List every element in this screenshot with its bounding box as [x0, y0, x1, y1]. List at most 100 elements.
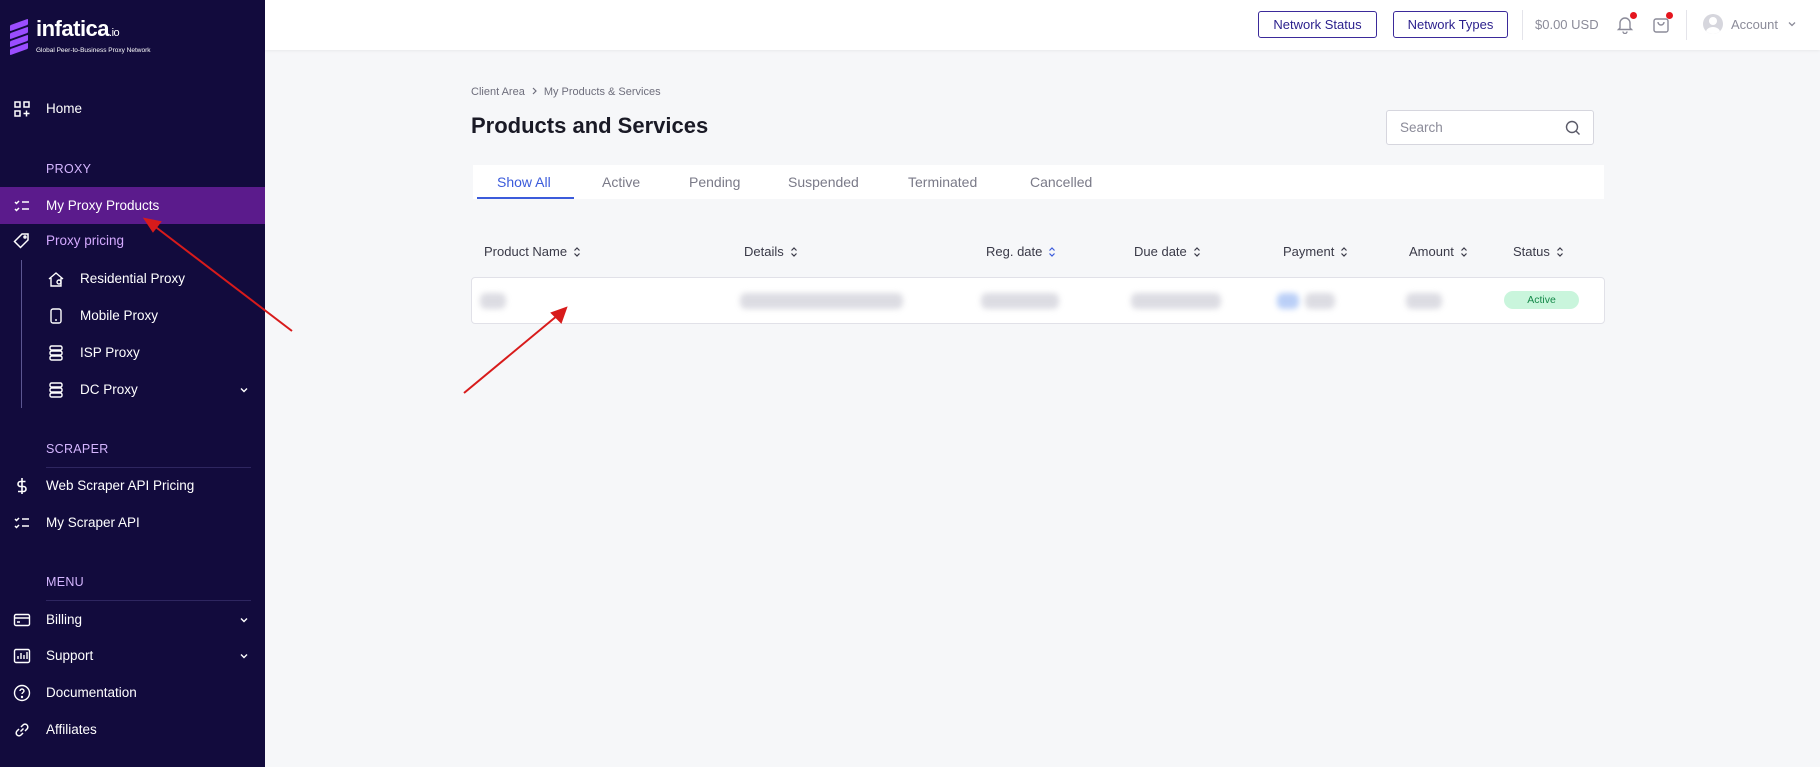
link-icon — [12, 720, 32, 740]
sidebar-item-isp-proxy[interactable]: ISP Proxy — [0, 334, 265, 371]
section-title-proxy: PROXY — [46, 162, 92, 176]
column-header-payment[interactable]: Payment — [1283, 244, 1348, 259]
tab-pending[interactable]: Pending — [689, 174, 740, 190]
topbar-divider — [1522, 10, 1523, 40]
server-icon — [46, 343, 66, 363]
column-header-amount[interactable]: Amount — [1409, 244, 1468, 259]
cart-dot — [1666, 12, 1673, 19]
sidebar-item-label: My Scraper API — [46, 515, 140, 530]
chevron-down-icon — [239, 649, 249, 664]
redacted-reg-date — [981, 293, 1059, 309]
topbar-divider — [1686, 10, 1687, 40]
cart-icon[interactable] — [1651, 12, 1673, 34]
breadcrumb-item: My Products & Services — [543, 86, 661, 98]
sort-icon — [1049, 246, 1056, 257]
sort-icon — [1193, 246, 1200, 257]
brand-logo[interactable]: infatica.io Global Peer-to-Business Prox… — [10, 16, 151, 56]
sidebar-item-label: My Proxy Products — [46, 198, 160, 213]
search-icon[interactable] — [1565, 120, 1581, 141]
sidebar-item-residential-proxy[interactable]: Residential Proxy — [0, 260, 265, 297]
redacted-due-date — [1131, 293, 1221, 309]
status-badge: Active — [1504, 291, 1579, 309]
redacted-payment — [1305, 293, 1335, 309]
tab-terminated[interactable]: Terminated — [908, 174, 977, 190]
breadcrumb: Client Area My Products & Services — [471, 86, 661, 98]
mobile-icon — [46, 306, 66, 326]
sort-icon — [1341, 246, 1348, 257]
tag-icon — [12, 231, 32, 251]
page-title: Products and Services — [471, 113, 709, 138]
sidebar-item-proxy-pricing[interactable]: Proxy pricing — [0, 222, 265, 259]
brand-name: infatica.io — [36, 16, 120, 41]
search-box — [1386, 110, 1594, 145]
column-header-details[interactable]: Details — [744, 244, 798, 259]
dollar-icon — [12, 476, 32, 496]
chevron-down-icon — [239, 613, 249, 628]
search-input[interactable] — [1387, 120, 1557, 135]
account-label: Account — [1731, 16, 1778, 32]
chevron-down-icon — [239, 383, 249, 398]
network-types-button[interactable]: Network Types — [1393, 11, 1508, 38]
sidebar-item-label: DC Proxy — [80, 382, 138, 397]
sidebar-item-label: Support — [46, 648, 94, 663]
credit-card-icon — [12, 610, 32, 630]
sidebar-item-label: Documentation — [46, 685, 137, 700]
brand-tagline: Global Peer-to-Business Proxy Network — [36, 47, 151, 54]
chevron-right-icon — [531, 86, 538, 98]
sidebar-item-documentation[interactable]: Documentation — [0, 674, 265, 711]
section-title-menu: MENU — [46, 575, 85, 589]
list-check-icon — [12, 513, 32, 533]
balance-display[interactable]: $0.00 USD — [1535, 17, 1599, 32]
account-menu[interactable]: Account — [1703, 14, 1797, 34]
redacted-amount — [1406, 293, 1442, 309]
sidebar-item-label: Billing — [46, 612, 83, 627]
sidebar-item-affiliates[interactable]: Affiliates — [0, 711, 265, 748]
dashboard-icon — [12, 99, 32, 119]
sidebar-item-home[interactable]: Home — [0, 90, 265, 127]
sidebar-item-label: Web Scraper API Pricing — [46, 478, 195, 493]
sidebar-item-my-proxy-products[interactable]: My Proxy Products — [0, 187, 265, 224]
redacted-details — [740, 293, 903, 309]
chevron-down-icon — [1787, 17, 1797, 32]
sort-icon — [574, 246, 581, 257]
sidebar-item-label: ISP Proxy — [80, 345, 140, 360]
avatar — [1703, 14, 1723, 34]
sidebar-item-label: Mobile Proxy — [80, 308, 159, 323]
tab-active[interactable]: Active — [602, 174, 640, 190]
tab-cancelled[interactable]: Cancelled — [1030, 174, 1092, 190]
support-chart-icon — [12, 646, 32, 666]
network-status-button[interactable]: Network Status — [1258, 11, 1377, 38]
list-check-icon — [12, 196, 32, 216]
tab-show-all[interactable]: Show All — [497, 174, 551, 190]
sidebar-item-label: Home — [46, 101, 83, 116]
sidebar-item-support[interactable]: Support — [0, 637, 265, 674]
notifications-bell-icon[interactable] — [1615, 12, 1637, 35]
redacted-product-name — [480, 293, 506, 309]
help-circle-icon — [12, 683, 32, 703]
sort-icon — [1460, 246, 1467, 257]
sidebar-item-dc-proxy[interactable]: DC Proxy — [0, 371, 265, 408]
database-icon — [46, 380, 66, 400]
table-row[interactable]: Active — [471, 277, 1605, 324]
active-tab-indicator — [477, 197, 574, 199]
sort-icon — [1556, 246, 1563, 257]
house-icon — [46, 269, 66, 289]
breadcrumb-item[interactable]: Client Area — [471, 86, 525, 98]
column-header-due-date[interactable]: Due date — [1134, 244, 1201, 259]
column-header-product-name[interactable]: Product Name — [484, 244, 581, 259]
sidebar-item-label: Proxy pricing — [46, 233, 125, 248]
sidebar-item-web-scraper-pricing[interactable]: Web Scraper API Pricing — [0, 467, 265, 504]
status-tabs: Show All Active Pending Suspended Termin… — [473, 165, 1604, 199]
sidebar-item-my-scraper-api[interactable]: My Scraper API — [0, 504, 265, 541]
sort-icon — [790, 246, 797, 257]
sidebar-item-label: Residential Proxy — [80, 271, 186, 286]
redacted-payment-icon — [1277, 293, 1299, 309]
notification-dot — [1630, 12, 1637, 19]
column-header-status[interactable]: Status — [1513, 244, 1564, 259]
logo-icon — [10, 18, 28, 56]
sidebar-item-mobile-proxy[interactable]: Mobile Proxy — [0, 297, 265, 334]
sidebar-item-billing[interactable]: Billing — [0, 601, 265, 638]
tab-suspended[interactable]: Suspended — [788, 174, 859, 190]
column-header-reg-date[interactable]: Reg. date — [986, 244, 1056, 259]
section-title-scraper: SCRAPER — [46, 442, 109, 456]
